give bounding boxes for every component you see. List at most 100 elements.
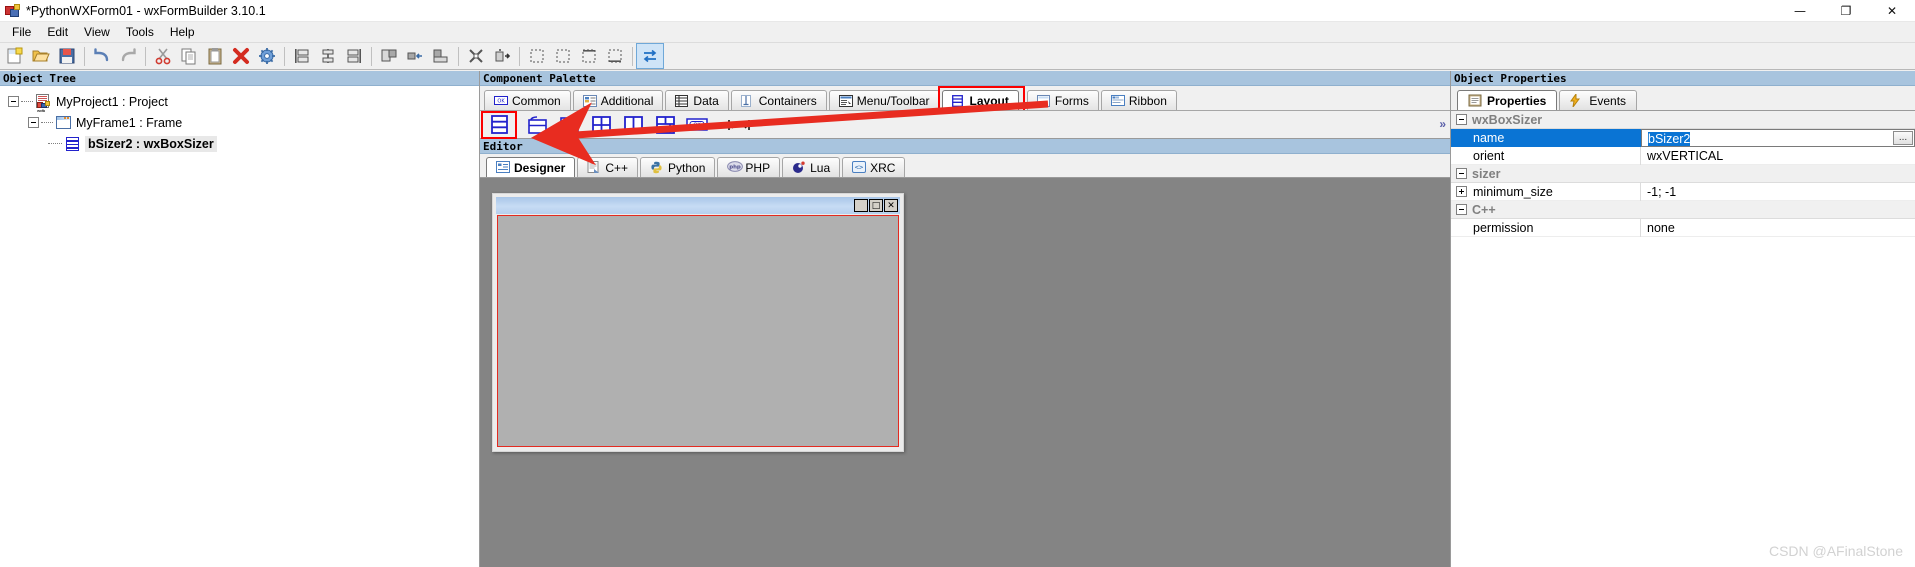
property-row-minimum-size[interactable]: minimum_size -1; -1 [1451, 182, 1915, 201]
property-value-minimum-size[interactable]: -1; -1 [1641, 183, 1915, 201]
toolbar-separator [145, 46, 146, 66]
palette-tab-common[interactable]: OK Common [484, 90, 571, 110]
palette-tab-menu-toolbar[interactable]: Menu/Toolbar [828, 90, 940, 110]
selected-sizer-region[interactable] [497, 215, 899, 447]
tab-cpp[interactable]: C++ [577, 157, 639, 177]
mock-close-button[interactable]: ✕ [884, 199, 898, 212]
menu-help[interactable]: Help [162, 23, 203, 41]
maximize-button[interactable]: ❐ [1823, 0, 1869, 22]
new-project-button[interactable] [2, 44, 28, 68]
property-category-sizer[interactable]: sizer [1451, 165, 1915, 183]
wxGridSizer-button[interactable] [586, 113, 616, 137]
align-bottom-button[interactable] [428, 44, 454, 68]
palette-tab-data[interactable]: Data [665, 90, 729, 110]
property-row-permission[interactable]: permission none [1451, 218, 1915, 237]
palette-tab-forms[interactable]: Forms [1026, 90, 1099, 110]
form-window-icon [1036, 94, 1051, 107]
expand-button[interactable] [463, 44, 489, 68]
align-left-button[interactable] [289, 44, 315, 68]
wxfb-icon [5, 3, 21, 19]
tree-expander-icon[interactable] [28, 117, 39, 128]
wxWrapSizer-button[interactable] [554, 113, 584, 137]
tree-node-project[interactable]: wxfb MyProject1 : Project [0, 91, 479, 113]
property-value-orient[interactable]: wxVERTICAL [1641, 147, 1915, 165]
property-expander-icon[interactable] [1456, 186, 1467, 197]
clipboard-properties-icon [1468, 94, 1482, 107]
tree-expander-icon[interactable] [8, 96, 19, 107]
palette-tab-ribbon[interactable]: Ribbon [1100, 90, 1177, 110]
object-tree-caption: Object Tree [0, 71, 479, 86]
property-name-label: orient [1451, 146, 1641, 165]
minimize-button[interactable]: — [1777, 0, 1823, 22]
palette-tab-additional[interactable]: Additional [572, 90, 664, 110]
palette-tab-label: Layout [969, 93, 1009, 108]
editor-panel: Editor Designer C++ Python php PHP Lua <… [480, 139, 1450, 567]
border-bottom-button[interactable] [602, 44, 628, 68]
designer-canvas[interactable]: _ □ ✕ [480, 178, 1450, 567]
property-row-name[interactable]: name bSizer2 ... [1451, 128, 1915, 147]
save-project-button[interactable] [54, 44, 80, 68]
tab-properties[interactable]: Properties [1457, 90, 1558, 110]
toggle-orient-button[interactable] [636, 43, 664, 69]
wxFlexGridSizer-button[interactable] [618, 113, 648, 137]
mock-frame-preview[interactable]: _ □ ✕ [492, 193, 904, 452]
border-left-button[interactable] [524, 44, 550, 68]
properties-tab-label: Properties [1487, 93, 1547, 108]
border-right-button[interactable] [550, 44, 576, 68]
category-expander-icon[interactable] [1456, 204, 1467, 215]
align-right-button[interactable] [341, 44, 367, 68]
settings-button[interactable] [254, 44, 280, 68]
copy-button[interactable] [176, 44, 202, 68]
tab-designer[interactable]: Designer [486, 157, 576, 177]
wxBoxSizer-button[interactable] [484, 113, 514, 137]
tree-node-bsizer2[interactable]: bSizer2 : wxBoxSizer [0, 133, 479, 154]
mock-minimize-button[interactable]: _ [854, 199, 868, 213]
tab-python[interactable]: Python [640, 157, 716, 177]
toolbar-separator [632, 46, 633, 66]
category-expander-icon[interactable] [1456, 114, 1467, 125]
palette-tab-containers[interactable]: Containers [730, 90, 827, 110]
properties-tab-label: Events [1589, 93, 1627, 108]
paste-button[interactable] [202, 44, 228, 68]
property-value-permission[interactable]: none [1641, 219, 1915, 237]
stretch-button[interactable] [489, 44, 515, 68]
tab-xrc[interactable]: <> XRC [842, 157, 906, 177]
tab-php[interactable]: php PHP [717, 157, 781, 177]
align-center-button[interactable] [315, 44, 341, 68]
open-project-button[interactable] [28, 44, 54, 68]
wxGridBagSizer-button[interactable] [650, 113, 680, 137]
palette-tab-layout[interactable]: Layout [941, 90, 1019, 110]
delete-button[interactable] [228, 44, 254, 68]
property-ellipsis-button[interactable]: ... [1893, 130, 1913, 145]
menu-view[interactable]: View [76, 23, 118, 41]
menu-tools[interactable]: Tools [118, 23, 162, 41]
spacer-button[interactable] [724, 113, 754, 137]
align-top-button[interactable] [376, 44, 402, 68]
window-controls: — ❐ ✕ [1777, 0, 1915, 22]
align-middle-button[interactable] [402, 44, 428, 68]
category-expander-icon[interactable] [1456, 168, 1467, 179]
palette-overflow-chevron[interactable]: » [1439, 117, 1446, 131]
border-top-button[interactable] [576, 44, 602, 68]
editor-tab-label: PHP [745, 160, 771, 175]
tab-events[interactable]: Events [1559, 90, 1638, 110]
properties-grid[interactable]: wxBoxSizer name bSizer2 ... orient wxVER… [1451, 110, 1915, 567]
property-category-wxboxsizer[interactable]: wxBoxSizer [1451, 111, 1915, 129]
cut-button[interactable] [150, 44, 176, 68]
property-value-name[interactable]: bSizer2 ... [1641, 128, 1915, 147]
toolbar-separator [371, 46, 372, 66]
redo-button[interactable] [115, 44, 141, 68]
properties-tab-strip: Properties Events [1451, 86, 1915, 110]
tab-lua[interactable]: Lua [782, 157, 841, 177]
menu-edit[interactable]: Edit [39, 23, 76, 41]
property-row-orient[interactable]: orient wxVERTICAL [1451, 146, 1915, 165]
object-tree-body[interactable]: wxfb MyProject1 : Project MyFrame1 : Fra… [0, 86, 479, 567]
menu-file[interactable]: File [4, 23, 39, 41]
close-button[interactable]: ✕ [1869, 0, 1915, 22]
property-category-cpp[interactable]: C++ [1451, 201, 1915, 219]
mock-maximize-button[interactable]: □ [869, 199, 883, 212]
tree-node-frame[interactable]: MyFrame1 : Frame [0, 112, 479, 133]
wxStdDialogButtonSizer-button[interactable]: OK [682, 113, 712, 137]
wxStaticBoxSizer-button[interactable] [522, 113, 552, 137]
undo-button[interactable] [89, 44, 115, 68]
